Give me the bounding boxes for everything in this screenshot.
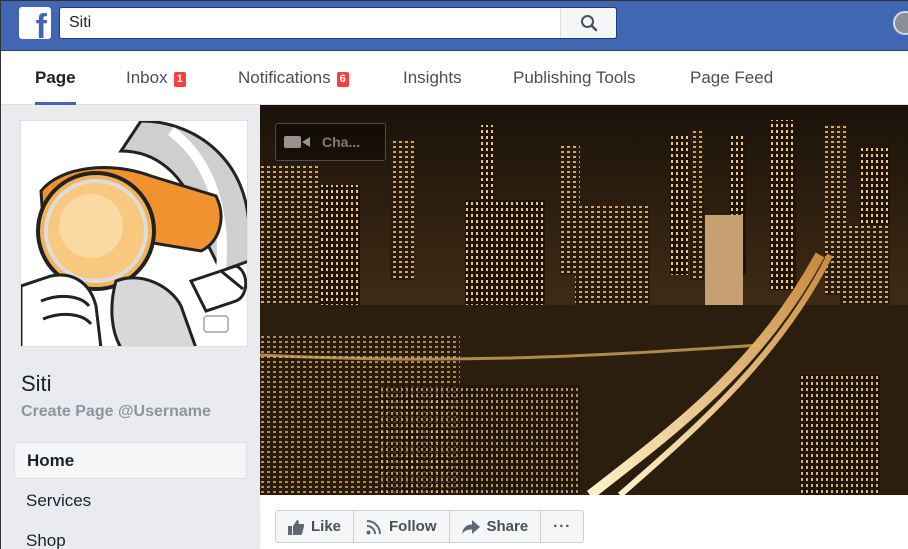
user-avatar[interactable]	[893, 11, 908, 35]
like-label: Like	[311, 518, 342, 535]
more-options-button[interactable]: ···	[541, 511, 583, 542]
tab-notifications[interactable]: Notifications 6	[238, 51, 349, 105]
search-input[interactable]	[60, 8, 560, 38]
video-camera-icon	[284, 136, 310, 148]
notifications-count-badge: 6	[336, 71, 349, 87]
share-arrow-icon	[461, 519, 480, 534]
thumbs-up-icon	[288, 519, 304, 535]
top-navigation-bar: f	[1, 1, 908, 51]
tab-insights-label: Insights	[403, 68, 462, 87]
profile-cartoon-image	[21, 121, 247, 346]
page-action-bar: Like Follow Share ···	[260, 495, 908, 549]
tab-page-label: Page	[35, 68, 76, 87]
search-button[interactable]	[560, 8, 616, 38]
tab-page[interactable]: Page	[35, 51, 76, 105]
action-button-group: Like Follow Share ···	[275, 510, 585, 543]
share-button[interactable]: Share	[450, 511, 542, 542]
rss-feed-icon	[366, 519, 382, 534]
facebook-logo-icon[interactable]: f	[19, 7, 51, 39]
sidebar-item-shop[interactable]: Shop	[14, 522, 247, 549]
tab-inbox[interactable]: Inbox 1	[126, 51, 186, 105]
follow-label: Follow	[389, 518, 437, 535]
search-icon	[580, 15, 597, 32]
facebook-logo-letter: f	[35, 8, 47, 39]
share-label: Share	[486, 518, 529, 535]
tab-notifications-label: Notifications	[238, 68, 331, 87]
page-name: Siti	[21, 371, 52, 396]
like-button[interactable]: Like	[276, 511, 355, 542]
sidebar-item-services[interactable]: Services	[14, 482, 247, 519]
left-sidebar: Siti Create Page @Username Home Services…	[1, 105, 260, 549]
sidebar-item-home[interactable]: Home	[14, 442, 247, 479]
profile-picture[interactable]	[20, 120, 248, 347]
tab-publishing-tools[interactable]: Publishing Tools	[513, 51, 636, 105]
follow-button[interactable]: Follow	[354, 511, 450, 542]
tab-inbox-label: Inbox	[126, 68, 168, 87]
more-options-icon: ···	[553, 518, 572, 535]
sidebar-item-shop-label: Shop	[26, 530, 66, 549]
inbox-count-badge: 1	[173, 71, 186, 87]
change-cover-label: Cha...	[322, 134, 361, 150]
sidebar-item-home-label: Home	[27, 450, 75, 470]
tab-page-feed-label: Page Feed	[690, 68, 774, 87]
cover-photo[interactable]: Cha...	[260, 105, 908, 495]
search-box	[59, 7, 617, 39]
page-tab-bar: Page Inbox 1 Notifications 6 Insights Pu…	[1, 51, 908, 105]
change-cover-button[interactable]: Cha...	[275, 123, 386, 161]
sidebar-item-services-label: Services	[26, 490, 92, 510]
tab-publishing-tools-label: Publishing Tools	[513, 68, 636, 87]
tab-insights[interactable]: Insights	[403, 51, 462, 105]
create-username-link[interactable]: Create Page @Username	[21, 403, 211, 421]
tab-page-feed[interactable]: Page Feed	[690, 51, 773, 105]
city-skyline-image	[260, 105, 908, 495]
